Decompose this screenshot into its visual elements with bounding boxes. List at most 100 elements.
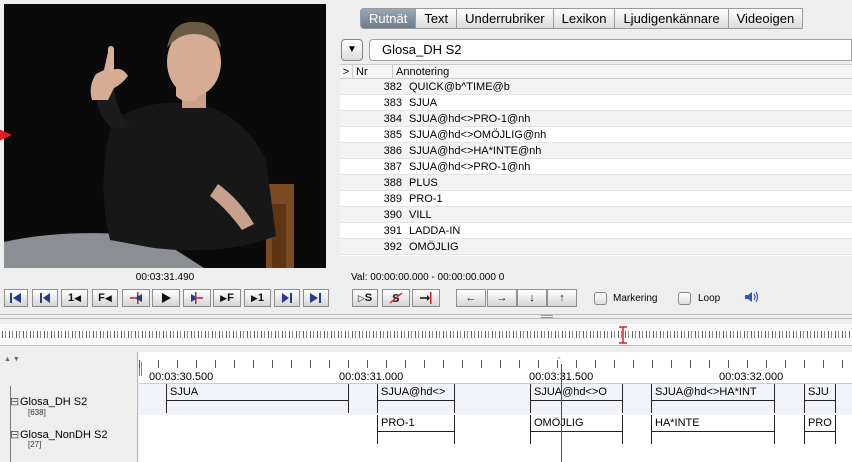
tab-underrubriker[interactable]: Underrubriker [457, 8, 554, 29]
video-viewer[interactable] [4, 4, 326, 268]
table-row[interactable]: 382 QUICK@b^TIME@b [340, 79, 852, 95]
play-selection-button[interactable]: ▷S [352, 289, 378, 307]
collapse-triangle-icon[interactable]: ▲ ▼ [4, 356, 20, 363]
playhead-cursor[interactable] [561, 364, 562, 462]
row-annotation: LADDA-IN [409, 225, 461, 237]
annotation-table: > Nr Annotering 382 QUICK@b^TIME@b 383 SJUA… [340, 64, 852, 256]
tab-videoigenkannare[interactable]: Videoigen [728, 8, 804, 29]
table-row[interactable]: 384 SJUA@hd<>PRO-1@nh [340, 111, 852, 127]
tier-name-text: Glosa_DH S2 [20, 396, 88, 408]
timeline-overview[interactable] [0, 324, 852, 346]
annotation-segment[interactable]: PRO-1 [377, 415, 455, 446]
selection-readout: Val: 00:00:00.000 - 00:00:00.000 0 [351, 272, 505, 283]
panel-splitter[interactable] [0, 314, 852, 319]
annotation-label: SJUA@hd<> [381, 386, 446, 398]
go-to-begin-icon [10, 293, 21, 303]
splitter-grip-icon [541, 315, 553, 318]
row-annotation: SJUA@hd<>PRO-1@nh [409, 113, 531, 125]
ruler-ticks [139, 360, 852, 368]
annotation-segment[interactable]: SJUA@hd<>HA*INT [651, 384, 775, 415]
previous-frame-button[interactable]: 1◀ [61, 289, 88, 307]
tab-rutnat[interactable]: Rutnät [360, 8, 417, 29]
row-number: 385 [383, 129, 402, 141]
tier-up-button[interactable]: ↑ [547, 289, 577, 307]
previous-annotation-button[interactable]: ← [456, 289, 486, 307]
play-selection-label: S [364, 292, 373, 304]
previous-second-button[interactable] [32, 289, 58, 307]
tier-menu-button[interactable]: ▼ [341, 39, 363, 61]
annotation-segment[interactable]: PRO [804, 415, 836, 446]
annotation-segment[interactable]: SJUA@hd<> [377, 384, 455, 415]
volume-speaker-icon[interactable] [744, 290, 760, 304]
annotation-segment[interactable]: HA*INTE [651, 415, 775, 446]
table-body: 382 QUICK@b^TIME@b 383 SJUA 384 SJUA@hd<>PRO-… [340, 79, 852, 255]
ruler-label: 00:03:32.000 [719, 371, 784, 383]
tier-label-glosa-dh[interactable]: ⊟Glosa_DH S2 [10, 395, 87, 408]
tab-text[interactable]: Text [416, 8, 458, 29]
annotation-segment[interactable]: SJUA [166, 384, 349, 415]
annotation-segment[interactable]: SJU [804, 384, 836, 415]
table-row[interactable]: 391 LADDA-IN [340, 223, 852, 239]
table-row[interactable]: 385 SJUA@hd<>OMÖJLIG@nh [340, 127, 852, 143]
time-ruler[interactable]: 00:03:30.500 00:03:31.000 00:03:31.500 0… [139, 352, 852, 384]
tier-down-button[interactable]: ↓ [517, 289, 547, 307]
row-annotation: OMÖJLIG [409, 241, 459, 253]
row-number: 383 [383, 97, 402, 109]
previous-pixel-button[interactable] [122, 289, 150, 307]
next-frame-f-button[interactable]: ▶F [213, 289, 241, 307]
arrow-left-icon: ← [465, 292, 477, 304]
next-frame-label: 1 [257, 292, 265, 304]
go-to-begin-button[interactable] [4, 289, 28, 307]
row-number: 388 [383, 177, 402, 189]
previous-frame-f-button[interactable]: F◀ [92, 289, 118, 307]
timeline-viewer[interactable]: 00:03:30.500 00:03:31.000 00:03:31.500 0… [139, 352, 852, 462]
table-row[interactable]: 387 SJUA@hd<>PRO-1@nh [340, 159, 852, 175]
next-frame-f-label: F [227, 292, 234, 304]
table-row[interactable]: 389 PRO-1 [340, 191, 852, 207]
go-to-end-button[interactable] [303, 289, 329, 307]
row-number: 386 [383, 145, 402, 157]
row-pointer-cell [340, 111, 353, 126]
tab-ljudigenkannare[interactable]: Ljudigenkännare [615, 8, 729, 29]
loop-label: Loop [698, 293, 721, 304]
column-header-annotation[interactable]: Annotering [393, 65, 852, 78]
clear-selection-button[interactable]: S [382, 289, 410, 307]
next-pixel-button[interactable] [183, 289, 211, 307]
next-annotation-button[interactable]: → [487, 289, 517, 307]
selection-boundary-button[interactable] [412, 289, 440, 307]
column-header-nr[interactable]: Nr [353, 65, 393, 78]
row-number: 392 [383, 241, 402, 253]
tier-annotation-count: [638] [28, 408, 46, 417]
row-number: 389 [383, 193, 402, 205]
table-row[interactable]: 388 PLUS [340, 175, 852, 191]
row-pointer-cell [340, 191, 353, 206]
row-pointer-cell [340, 95, 353, 110]
markering-checkbox[interactable] [594, 292, 607, 305]
table-row[interactable]: 390 VILL [340, 207, 852, 223]
next-second-button[interactable] [274, 289, 300, 307]
overview-annotation-band [2, 331, 852, 338]
row-annotation: QUICK@b^TIME@b [409, 81, 510, 93]
annotation-segment[interactable]: SJUA@hd<>O [530, 384, 623, 415]
next-frame-button[interactable]: ▶1 [244, 289, 271, 307]
tier-label-glosa-nondh[interactable]: ⊟Glosa_NonDH S2 [10, 428, 107, 441]
annotation-segment[interactable]: OMÖJLIG [530, 415, 623, 446]
tier-track-glosa-dh[interactable]: SJUA SJUA@hd<> SJUA@hd<>O SJUA@hd<>HA*IN… [139, 384, 852, 415]
loop-checkbox[interactable] [678, 292, 691, 305]
tier-track-glosa-nondh[interactable]: PRO-1 OMÖJLIG HA*INTE PRO [139, 415, 852, 462]
row-annotation: PLUS [409, 177, 438, 189]
tier-select[interactable]: Glosa_DH S2 [369, 39, 852, 61]
selection-boundary-icon [420, 292, 432, 304]
rewind-glyph-icon: ◀ [74, 293, 82, 303]
play-pause-button[interactable] [152, 289, 180, 307]
table-row[interactable]: 386 SJUA@hd<>HA*INTE@nh [340, 143, 852, 159]
row-pointer-cell [340, 207, 353, 222]
row-annotation: VILL [409, 209, 432, 221]
previous-pixel-icon [130, 292, 142, 304]
tab-lexikon[interactable]: Lexikon [553, 8, 616, 29]
annotation-label: HA*INTE [655, 417, 700, 429]
column-header-pointer: > [340, 65, 353, 78]
row-number: 382 [383, 81, 402, 93]
table-row[interactable]: 392 OMÖJLIG [340, 239, 852, 255]
table-row[interactable]: 383 SJUA [340, 95, 852, 111]
